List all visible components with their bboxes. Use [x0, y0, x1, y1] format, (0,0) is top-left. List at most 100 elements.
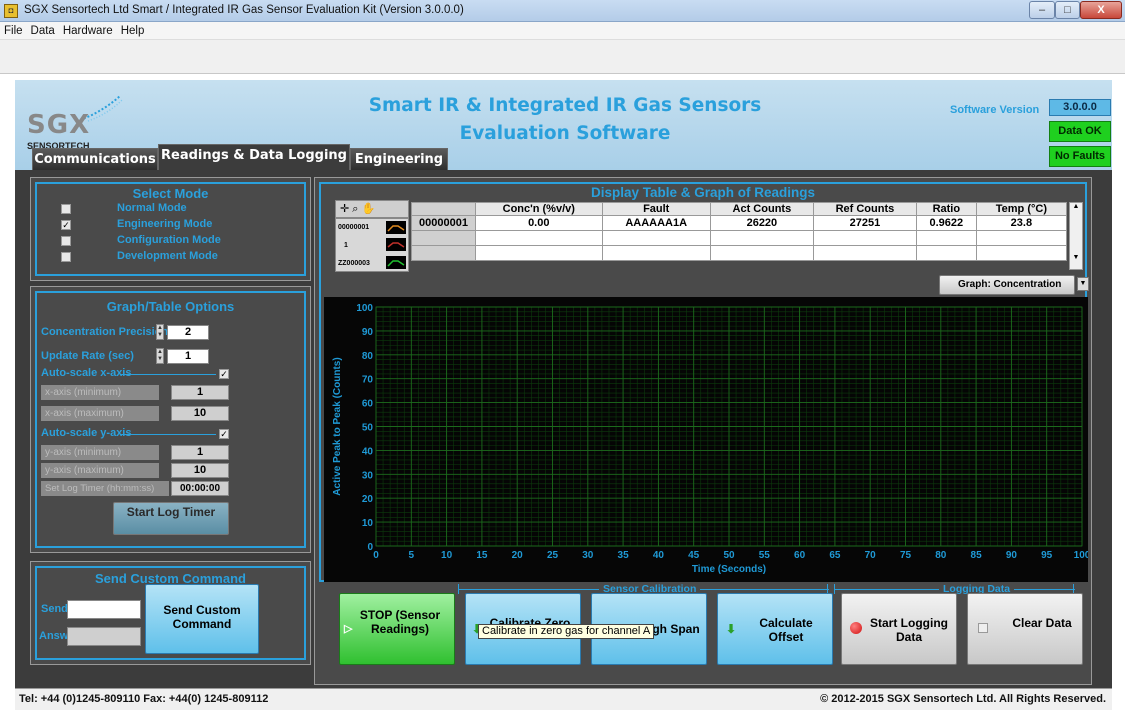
- update-rate-input[interactable]: 1: [167, 349, 209, 364]
- y-tick-label: 70: [362, 375, 374, 386]
- x-max-input[interactable]: 10: [171, 406, 229, 421]
- custom-command-panel: Send Custom Command Send Answer Send Cus…: [30, 561, 311, 665]
- download-arrow-icon: ⬇: [726, 622, 737, 636]
- crosshair-tool-icon[interactable]: ✛: [340, 203, 349, 215]
- x-tick-label: 25: [547, 550, 559, 561]
- autoscale-y-checkbox[interactable]: ✓: [219, 429, 229, 439]
- calculate-offset-button[interactable]: ⬇ Calculate Offset: [717, 593, 833, 665]
- window-title: SGX Sensortech Ltd Smart / Integrated IR…: [24, 4, 464, 16]
- x-tick-label: 20: [512, 550, 524, 561]
- x-tick-label: 60: [794, 550, 806, 561]
- x-tick-label: 15: [476, 550, 488, 561]
- conc-precision-input[interactable]: 2: [167, 325, 209, 340]
- table-scrollbar[interactable]: ▲ ▼: [1069, 202, 1083, 270]
- cell-ratio: [915, 245, 977, 261]
- table-row[interactable]: 00000001 0.00 AAAAAA1A 26220 27251 0.962…: [411, 215, 1068, 231]
- scroll-up-icon[interactable]: ▲: [1070, 203, 1082, 210]
- x-tick-label: 40: [653, 550, 665, 561]
- stop-readings-button[interactable]: ▷ STOP (Sensor Readings): [339, 593, 455, 665]
- start-logging-button[interactable]: Start Logging Data: [841, 593, 957, 665]
- menu-help[interactable]: Help: [117, 22, 149, 40]
- app-title: Smart IR & Integrated IR Gas Sensors Eva…: [315, 92, 815, 148]
- send-custom-command-button[interactable]: Send Custom Command: [145, 584, 259, 654]
- development-mode-checkbox[interactable]: [61, 252, 71, 262]
- y-tick-label: 0: [367, 542, 373, 553]
- maximize-button[interactable]: □: [1055, 1, 1080, 19]
- x-tick-label: 10: [441, 550, 453, 561]
- x-max-label: x-axis (maximum): [41, 406, 159, 421]
- clear-data-button[interactable]: Clear Data: [967, 593, 1083, 665]
- update-rate-spinner[interactable]: ▲ ▼: [156, 348, 164, 364]
- y-tick-label: 20: [362, 494, 374, 505]
- pan-tool-icon[interactable]: ✋: [362, 203, 376, 215]
- table-header-row: Conc'n (%v/v) Fault Act Counts Ref Count…: [411, 202, 1068, 216]
- contact-info: Tel: +44 (0)1245-809110 Fax: +44(0) 1245…: [19, 693, 269, 705]
- select-mode-title: Select Mode: [132, 186, 209, 201]
- cell-temp: [975, 230, 1068, 246]
- x-min-input[interactable]: 1: [171, 385, 229, 400]
- send-label: Send: [41, 603, 68, 615]
- update-rate-label: Update Rate (sec): [41, 350, 134, 362]
- graph-table-options-panel: Graph/Table Options Concentration Precis…: [30, 286, 311, 553]
- y-tick-label: 100: [356, 303, 373, 314]
- col-header-fault: Fault: [601, 202, 711, 216]
- tab-communications[interactable]: Communications: [32, 148, 158, 170]
- menu-data[interactable]: Data: [27, 22, 59, 40]
- start-log-timer-button[interactable]: Start Log Timer: [113, 502, 229, 535]
- y-tick-label: 90: [362, 327, 374, 338]
- app-header: SGX SENSORTECH Smart IR & Integrated IR …: [15, 80, 1112, 170]
- y-max-input[interactable]: 10: [171, 463, 229, 478]
- autoscale-x-checkbox[interactable]: ✓: [219, 369, 229, 379]
- conc-precision-spinner[interactable]: ▲ ▼: [156, 324, 164, 340]
- tooltip: Calibrate in zero gas for channel A: [478, 624, 655, 639]
- select-mode-panel: Select Mode Normal Mode ✓ Engineering Mo…: [30, 177, 311, 281]
- y-min-label: y-axis (minimum): [41, 445, 159, 460]
- scroll-down-icon[interactable]: ▼: [1070, 254, 1082, 261]
- concentration-chart[interactable]: 0 5 10 15 20 25 30 35 40 45 50 55 60 65 70 75 80 85 90 95 10…: [324, 297, 1088, 582]
- cell-ref-counts: [812, 245, 917, 261]
- menu-hardware[interactable]: Hardware: [59, 22, 117, 40]
- configuration-mode-label: Configuration Mode: [117, 234, 221, 246]
- table-row[interactable]: [411, 230, 1068, 246]
- graph-tools-palette[interactable]: ✛ ⌕ ✋: [335, 200, 409, 218]
- zoom-tool-icon[interactable]: ⌕: [352, 203, 358, 215]
- clear-data-checkbox[interactable]: [978, 623, 988, 633]
- cell-ratio: 0.9622: [915, 215, 977, 231]
- cell-fault: AAAAAA1A: [601, 215, 711, 231]
- col-header-conc: Conc'n (%v/v): [475, 202, 603, 216]
- menu-file[interactable]: File: [0, 22, 27, 40]
- x-tick-label: 85: [971, 550, 983, 561]
- graph-select-dropdown[interactable]: Graph: Concentration: [939, 275, 1075, 295]
- x-tick-label: 30: [582, 550, 594, 561]
- table-row[interactable]: [411, 245, 1068, 261]
- calculate-offset-label: Calculate Offset: [759, 616, 813, 644]
- send-input[interactable]: [67, 600, 141, 619]
- app-panel: SGX SENSORTECH Smart IR & Integrated IR …: [15, 80, 1112, 710]
- cell-act-counts: [709, 245, 814, 261]
- close-button[interactable]: X: [1080, 1, 1122, 19]
- legend-swatch-2: [386, 238, 406, 251]
- tab-engineering[interactable]: Engineering: [350, 148, 448, 170]
- chevron-down-icon[interactable]: ▼: [1077, 277, 1089, 291]
- tab-readings-data-logging[interactable]: Readings & Data Logging: [158, 144, 350, 170]
- normal-mode-checkbox[interactable]: [61, 204, 71, 214]
- menu-bar: File Data Hardware Help: [0, 22, 1125, 40]
- minimize-button[interactable]: –: [1029, 1, 1055, 19]
- x-tick-label: 35: [618, 550, 630, 561]
- row-id: [411, 230, 476, 246]
- y-tick-label: 80: [362, 351, 374, 362]
- y-min-input[interactable]: 1: [171, 445, 229, 460]
- log-timer-input[interactable]: 00:00:00: [171, 481, 229, 496]
- y-tick-label: 60: [362, 399, 374, 410]
- software-version-label: Software Version: [950, 104, 1040, 116]
- graph-area: 0 5 10 15 20 25 30 35 40 45 50 55 60 65 70 75 80 85 90 95 10…: [324, 297, 1088, 582]
- configuration-mode-checkbox[interactable]: [61, 236, 71, 246]
- normal-mode-label: Normal Mode: [117, 202, 187, 214]
- cell-ref-counts: 27251: [812, 215, 917, 231]
- engineering-mode-checkbox[interactable]: ✓: [61, 220, 71, 230]
- app-title-line2: Evaluation Software: [459, 123, 671, 144]
- log-timer-label: Set Log Timer (hh:mm:ss): [41, 481, 169, 496]
- cell-conc: [475, 230, 603, 246]
- x-tick-label: 65: [829, 550, 841, 561]
- row-id: [411, 245, 476, 261]
